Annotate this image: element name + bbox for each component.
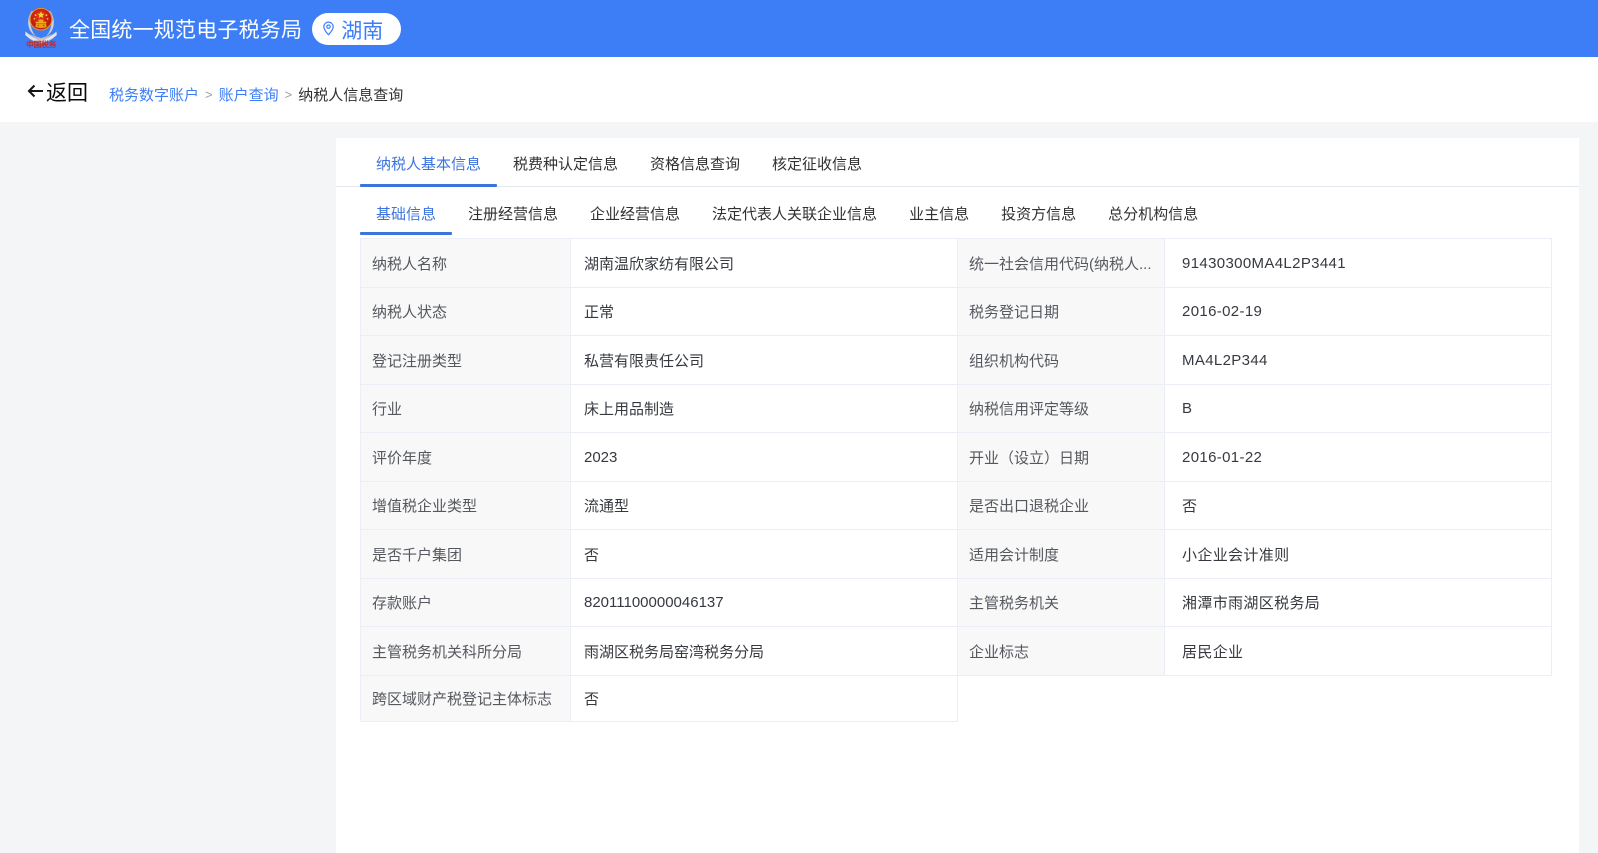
svg-text:中国税务: 中国税务 xyxy=(26,39,57,48)
